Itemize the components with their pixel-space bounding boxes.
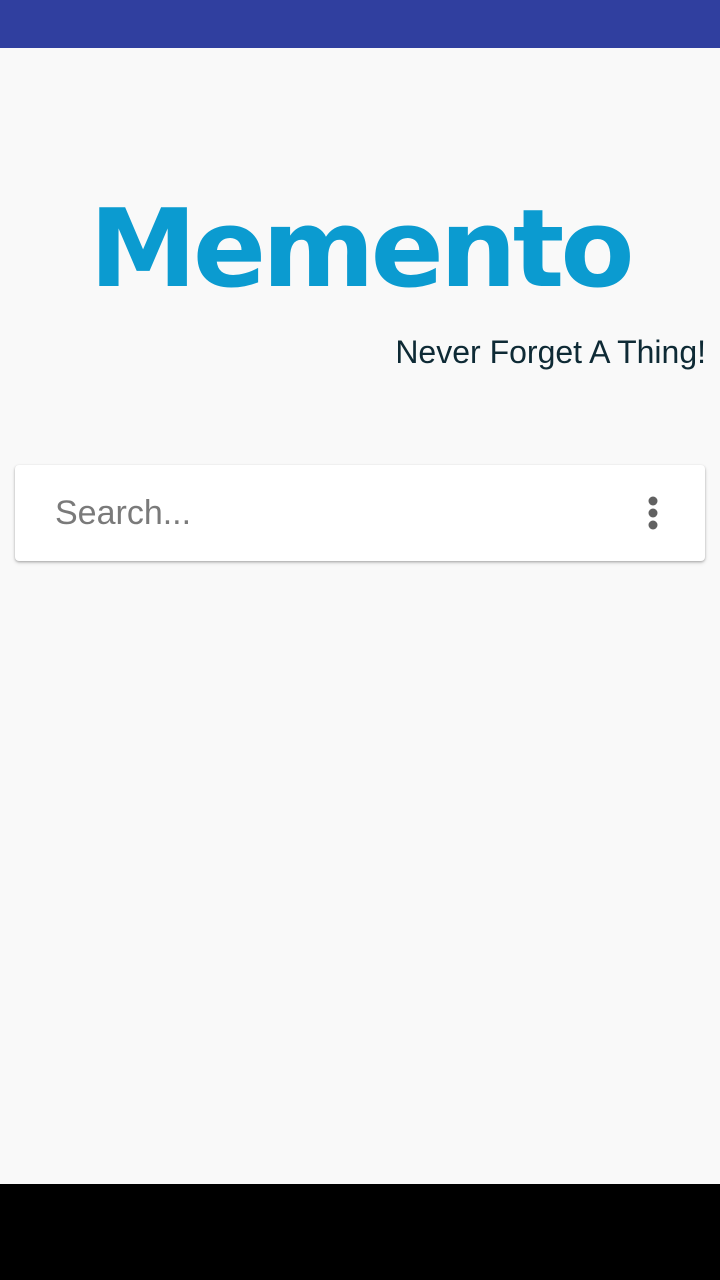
app-tagline: Never Forget A Thing! xyxy=(395,334,706,370)
search-bar xyxy=(15,465,705,561)
search-input[interactable] xyxy=(55,465,615,561)
status-bar xyxy=(0,0,720,48)
app-logo: Memento xyxy=(89,187,634,312)
main-content: Memento Never Forget A Thing! xyxy=(0,48,720,1184)
overflow-menu-button[interactable] xyxy=(625,489,681,537)
navigation-bar xyxy=(0,1184,720,1280)
more-vert-icon xyxy=(648,496,658,530)
